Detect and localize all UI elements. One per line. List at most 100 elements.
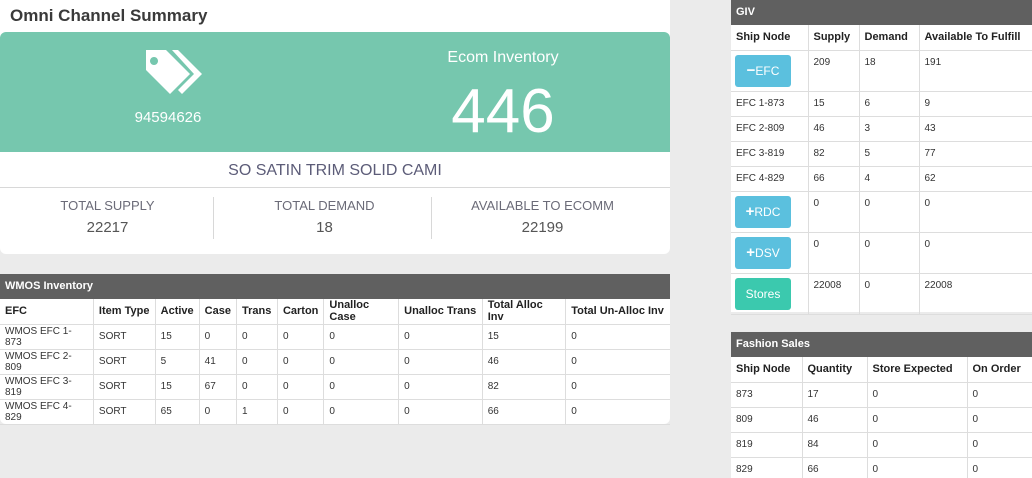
cell: 0 [867,457,968,478]
product-name: SO SATIN TRIM SOLID CAMI [228,162,442,179]
cell: EFC 2-809 [731,116,809,142]
stat-value: 22199 [521,219,564,236]
cell: 0 [867,407,968,433]
cell: 0 [867,382,968,408]
table-row: WMOS EFC 1-873 SORT 15 0 0 0 0 0 15 0 [0,324,670,350]
column-header[interactable]: Ship Node [731,357,803,383]
column-header[interactable]: EFC [0,299,94,325]
item-number: 94594626 [134,109,202,126]
stat-divider [213,197,214,239]
stat-value: 22217 [86,219,129,236]
cell: 0 [236,374,278,400]
cell: 5 [859,141,920,167]
button-label: RDC [754,204,781,219]
cell: 809 [731,407,803,433]
ecom-inventory-value: 446 [451,77,555,146]
cell: 0 [323,374,400,400]
tags-icon [146,50,202,94]
column-header[interactable]: On Order [967,357,1032,383]
cell: 0 [919,191,1032,233]
stat-value: 18 [316,219,333,236]
giv-panel: GIV Ship Node Supply Demand Available To… [731,0,1032,315]
button-label: EFC [755,63,780,78]
cell: 66 [482,399,567,425]
column-header[interactable]: Case [199,299,237,325]
cell: 191 [919,50,1032,92]
cell: 0 [967,407,1032,433]
cell: EFC 4-829 [731,166,809,192]
column-header[interactable]: Carton [277,299,325,325]
column-header[interactable]: Quantity [802,357,868,383]
table-row: +DSV 0 0 0 [731,232,1032,274]
cell: EFC 3-819 [731,141,809,167]
button-label: DSV [755,245,780,260]
cell: −EFC [731,50,809,92]
cell: 77 [919,141,1032,167]
cell: 0 [236,324,278,350]
column-header[interactable]: Item Type [93,299,156,325]
cell: 0 [277,374,325,400]
cell: 0 [236,349,278,375]
cell: WMOS EFC 1-873 [0,324,94,350]
column-header[interactable]: Ship Node [731,25,809,51]
cell: 5 [155,349,200,375]
table-row: 829 66 0 0 [731,457,1032,478]
cell: 46 [802,407,868,433]
giv-table: Ship Node Supply Demand Available To Ful… [731,25,1032,315]
cell: EFC 1-873 [731,91,809,117]
cell: 82 [482,374,567,400]
giv-title: GIV [731,0,1032,25]
cell: 0 [398,399,483,425]
column-header[interactable]: Store Expected [867,357,968,383]
cell: 4 [859,166,920,192]
column-header[interactable]: Trans [236,299,278,325]
table-header-row: EFC Item Type Active Case Trans Carton U… [0,299,670,325]
cell: SORT [93,374,156,400]
cell: 0 [919,232,1032,274]
stat-label: AVAILABLE TO ECOMM [471,198,614,213]
table-row: WMOS EFC 2-809 SORT 5 41 0 0 0 0 46 0 [0,349,670,375]
cell: Stores [731,273,809,315]
cell: 873 [731,382,803,408]
column-header[interactable]: Unalloc Case [323,299,400,325]
cell: 67 [199,374,237,400]
cell: 15 [808,91,860,117]
column-header[interactable]: Available To Fulfill [919,25,1032,51]
cell: 0 [323,324,400,350]
wmos-inventory-table: EFC Item Type Active Case Trans Carton U… [0,299,670,425]
cell: 0 [859,232,920,274]
column-header[interactable]: Demand [859,25,920,51]
cell: 209 [808,50,860,92]
cell: 0 [323,399,400,425]
stores-button[interactable]: Stores [735,277,791,310]
cell: 66 [802,457,868,478]
stat-divider [431,197,432,239]
cell: 0 [565,349,670,375]
collapse-efc-button[interactable]: −EFC [735,54,791,87]
column-header[interactable]: Total Un-Alloc Inv [565,299,670,325]
fashion-sales-title: Fashion Sales [731,332,1032,357]
cell: 41 [199,349,237,375]
stat-total-demand: TOTAL DEMAND 18 [217,198,432,236]
cell: 3 [859,116,920,142]
column-header[interactable]: Active [155,299,200,325]
table-row: 873 17 0 0 [731,382,1032,408]
column-header[interactable]: Supply [808,25,860,51]
expand-dsv-button[interactable]: +DSV [735,236,791,269]
cell: 0 [277,399,325,425]
cell: 17 [802,382,868,408]
cell: 0 [398,349,483,375]
column-header[interactable]: Total Alloc Inv [482,299,567,325]
cell: 0 [277,324,325,350]
summary-title: Omni Channel Summary [10,6,208,25]
column-header[interactable]: Unalloc Trans [398,299,483,325]
expand-rdc-button[interactable]: +RDC [735,195,791,228]
cell: 0 [277,349,325,375]
stat-available-to-ecomm: AVAILABLE TO ECOMM 22199 [435,198,650,236]
cell: WMOS EFC 2-809 [0,349,94,375]
cell: 66 [808,166,860,192]
cell: 0 [808,232,860,274]
cell: 0 [398,324,483,350]
table-row: 819 84 0 0 [731,432,1032,458]
table-row: EFC 3-819 82 5 77 [731,141,1032,167]
